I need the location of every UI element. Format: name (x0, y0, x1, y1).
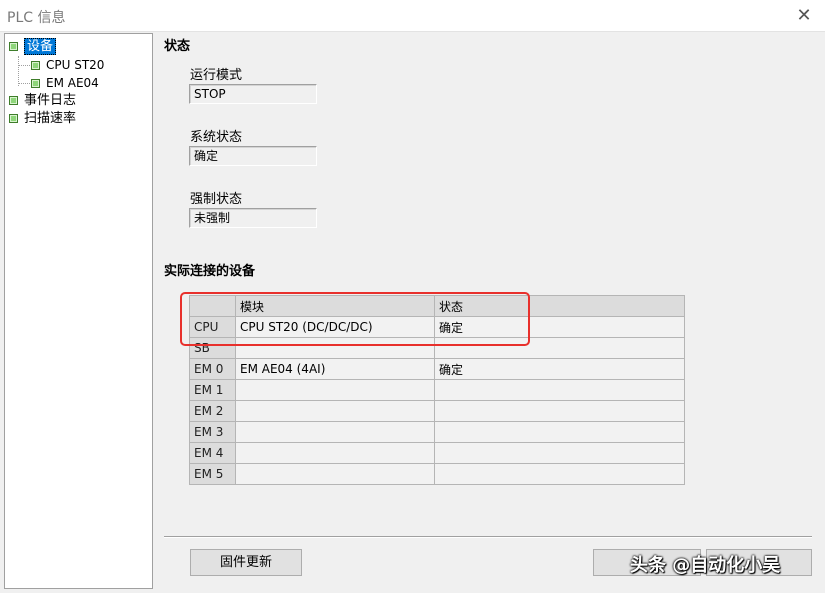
tree-item-cpu-st20[interactable]: CPU ST20 (31, 56, 104, 74)
tree-item-em-ae04[interactable]: EM AE04 (31, 74, 99, 92)
devices-table: 模块 状态 CPU CPU ST20 (DC/DC/DC) 确定 SB EM 0… (189, 295, 685, 485)
module-cell (235, 442, 435, 464)
tree-connector (18, 56, 19, 86)
tree-item-label: 事件日志 (24, 93, 77, 108)
title-bar: PLC 信息 ✕ (0, 0, 825, 32)
slot-cell: SB (189, 337, 236, 359)
slot-cell: EM 4 (189, 442, 236, 464)
force-status-field: 未强制 (189, 208, 317, 228)
table-row[interactable]: EM 2 (189, 400, 685, 422)
status-cell: 确定 (434, 316, 685, 338)
tree-item-devices[interactable]: 设备 (9, 38, 57, 56)
status-cell (434, 379, 685, 401)
navigation-tree: 设备 CPU ST20 EM AE04 事件日志 扫描速率 (4, 33, 153, 589)
watermark-text: 头条 @自动化小吴 (630, 555, 781, 576)
table-row[interactable]: EM 3 (189, 421, 685, 443)
module-icon (31, 79, 40, 88)
slot-cell: EM 5 (189, 463, 236, 485)
devices-section-title: 实际连接的设备 (164, 264, 256, 279)
status-section-title: 状态 (164, 39, 191, 54)
tree-item-event-log[interactable]: 事件日志 (9, 92, 76, 110)
module-cell (235, 337, 435, 359)
tree-item-label: 设备 (24, 38, 57, 55)
module-cell: CPU ST20 (DC/DC/DC) (235, 316, 435, 338)
slot-cell: CPU (189, 316, 236, 338)
status-cell: 确定 (434, 358, 685, 380)
table-row[interactable]: SB (189, 337, 685, 359)
status-cell (434, 400, 685, 422)
system-status-field: 确定 (189, 146, 317, 166)
column-header-module: 模块 (235, 295, 435, 317)
slot-cell: EM 0 (189, 358, 236, 380)
table-header-row: 模块 状态 (189, 295, 685, 317)
slot-cell: EM 2 (189, 400, 236, 422)
module-icon (9, 114, 18, 123)
run-mode-label: 运行模式 (190, 68, 243, 83)
module-cell (235, 379, 435, 401)
tree-item-label: CPU ST20 (46, 58, 105, 72)
tree-item-label: 扫描速率 (24, 111, 77, 126)
status-cell (434, 442, 685, 464)
status-panel: 状态 运行模式 STOP 系统状态 确定 强制状态 未强制 实际连接的设备 模块… (155, 33, 825, 593)
footer-divider (164, 536, 812, 538)
tree-item-label: EM AE04 (46, 76, 99, 90)
module-cell (235, 400, 435, 422)
tree-item-scan-rate[interactable]: 扫描速率 (9, 110, 76, 128)
slot-cell: EM 1 (189, 379, 236, 401)
table-row[interactable]: EM 5 (189, 463, 685, 485)
module-cell (235, 463, 435, 485)
firmware-update-button[interactable]: 固件更新 (190, 549, 302, 576)
module-cell (235, 421, 435, 443)
module-cell: EM AE04 (4AI) (235, 358, 435, 380)
table-row[interactable]: EM 1 (189, 379, 685, 401)
status-cell (434, 463, 685, 485)
module-icon (31, 61, 40, 70)
slot-cell: EM 3 (189, 421, 236, 443)
status-cell (434, 421, 685, 443)
run-mode-field: STOP (189, 84, 317, 104)
table-row[interactable]: EM 0 EM AE04 (4AI) 确定 (189, 358, 685, 380)
tree-connector (18, 65, 30, 66)
module-icon (9, 42, 18, 51)
column-header-status: 状态 (434, 295, 685, 317)
status-cell (434, 337, 685, 359)
column-header (189, 295, 236, 317)
window-title: PLC 信息 (7, 10, 66, 26)
tree-connector (18, 83, 30, 84)
table-row[interactable]: EM 4 (189, 442, 685, 464)
table-row[interactable]: CPU CPU ST20 (DC/DC/DC) 确定 (189, 316, 685, 338)
close-icon[interactable]: ✕ (791, 4, 817, 28)
system-status-label: 系统状态 (190, 130, 243, 145)
module-icon (9, 96, 18, 105)
force-status-label: 强制状态 (190, 192, 243, 207)
